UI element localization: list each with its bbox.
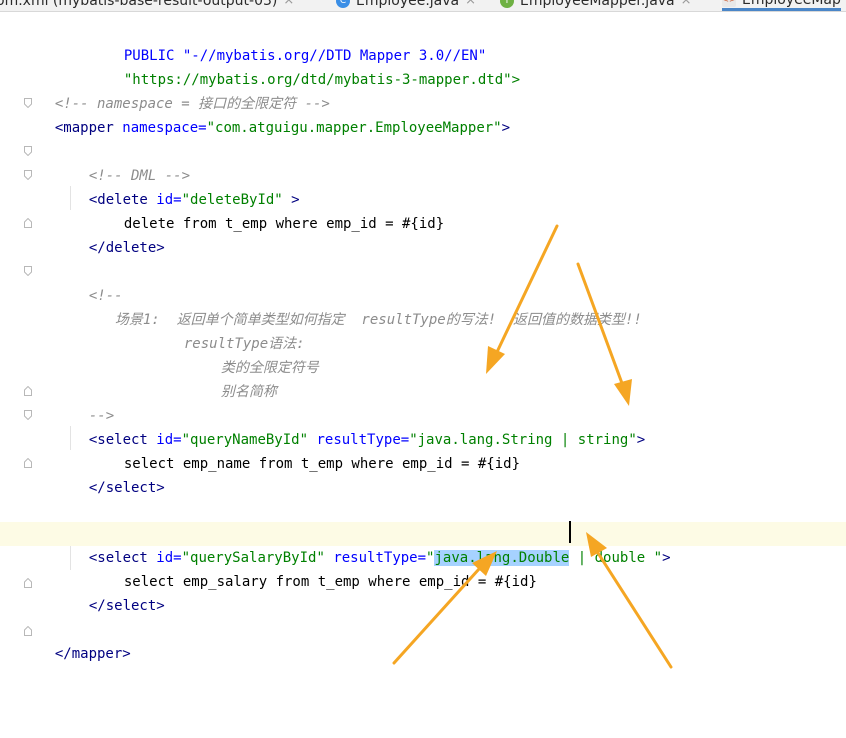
xml-tag: </select> (88, 598, 165, 614)
close-icon[interactable]: × (681, 0, 692, 11)
fold-icon[interactable] (24, 218, 32, 228)
tab-label: EmployeeMap (742, 0, 841, 10)
xml-tag: > (662, 550, 671, 566)
fold-icon[interactable] (24, 170, 32, 180)
fold-icon[interactable] (24, 266, 32, 276)
code-line[interactable]: "https://mybatis.org/dtd/mybatis-3-mappe… (107, 44, 520, 88)
close-icon[interactable]: × (283, 0, 294, 11)
xml-attribute: namespace= (113, 120, 207, 136)
code-line[interactable]: </delete> (72, 212, 165, 256)
code-line[interactable]: <!-- (72, 260, 123, 304)
sql-text: delete from t_emp where emp_id = #{id} (123, 216, 445, 232)
editor-gutter[interactable] (0, 12, 38, 738)
xml-tag: > (501, 120, 511, 136)
xml-attribute-value: "com.atguigu.mapper.EmployeeMapper" (206, 120, 502, 136)
interface-icon: I (500, 0, 514, 8)
code-line[interactable]: 类的全限定符号 (204, 332, 319, 376)
code-line[interactable]: resultType语法: (167, 308, 305, 352)
code-line[interactable]: <select id="queryNameById" resultType="j… (72, 404, 645, 448)
xml-tag: <mapper (54, 120, 114, 136)
fold-icon[interactable] (24, 98, 32, 108)
tab-pom-xml[interactable]: om.xml (mybatis-base-result-output-03) × (0, 0, 294, 11)
code-line[interactable]: </mapper> (38, 618, 131, 662)
xml-attribute-value: | double " (569, 550, 663, 566)
text-cursor (569, 521, 571, 543)
code-line[interactable]: <!-- DML --> (72, 140, 190, 184)
code-line[interactable]: <mapper namespace="com.atguigu.mapper.Em… (38, 92, 510, 136)
code-line[interactable]: <select id="querySalaryById" resultType=… (72, 522, 671, 566)
xml-tag: > (636, 432, 646, 448)
xml-tag: </select> (88, 480, 165, 496)
tab-employee-mapper-xml[interactable]: <> EmployeeMap (722, 0, 841, 11)
sql-text: select emp_salary from t_emp where emp_i… (123, 574, 537, 590)
editor-tab-bar: om.xml (mybatis-base-result-output-03) ×… (0, 0, 846, 12)
fold-icon[interactable] (24, 386, 32, 396)
tab-employee-mapper-java[interactable]: I EmployeeMapper.java × (500, 0, 692, 11)
code-line[interactable]: delete from t_emp where emp_id = #{id} (107, 188, 444, 232)
code-line[interactable]: <delete id="deleteById" > (72, 164, 300, 208)
tab-label: Employee.java (356, 0, 460, 9)
tab-employee-java[interactable]: C Employee.java × (336, 0, 476, 11)
code-line[interactable]: --> (72, 380, 114, 424)
code-line[interactable]: 别名简称 (204, 356, 277, 400)
code-line[interactable]: 场景1: 返回单个简单类型如何指定 resultType的写法! 返回值的数据类… (98, 284, 642, 328)
code-line[interactable]: select emp_salary from t_emp where emp_i… (107, 546, 537, 590)
fold-icon[interactable] (24, 146, 32, 156)
xml-comment: 别名简称 (220, 384, 277, 400)
code-line[interactable]: </select> (72, 570, 165, 614)
xml-file-icon: <> (722, 0, 736, 7)
code-line[interactable]: select emp_name from t_emp where emp_id … (107, 428, 520, 472)
code-line[interactable]: PUBLIC "-//mybatis.org//DTD Mapper 3.0//… (107, 20, 486, 64)
sql-text: select emp_name from t_emp where emp_id … (123, 456, 521, 472)
fold-icon[interactable] (24, 458, 32, 468)
indent-guide (70, 426, 71, 450)
indent-guide (70, 186, 71, 210)
class-icon: C (336, 0, 350, 8)
tab-label: EmployeeMapper.java (520, 0, 675, 9)
fold-icon[interactable] (24, 626, 32, 636)
tab-label: om.xml (mybatis-base-result-output-03) (0, 0, 278, 9)
close-icon[interactable]: × (465, 0, 476, 11)
code-line[interactable]: </select> (72, 452, 165, 496)
xml-tag: </delete> (88, 240, 165, 256)
fold-icon[interactable] (24, 410, 32, 420)
indent-guide (70, 546, 71, 570)
code-line[interactable]: <!-- namespace = 接口的全限定符 --> (38, 68, 330, 112)
fold-icon[interactable] (24, 578, 32, 588)
xml-tag: </mapper> (54, 646, 131, 662)
